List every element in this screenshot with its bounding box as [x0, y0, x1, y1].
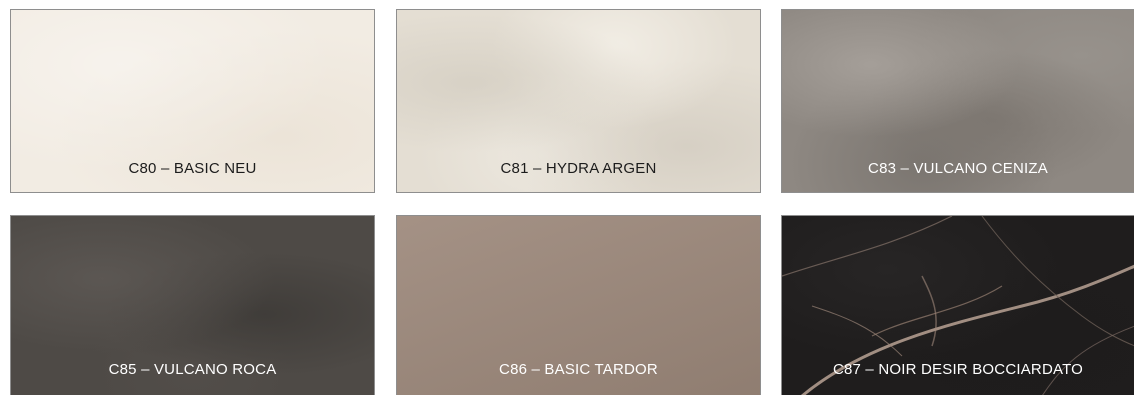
swatch-label: C80 – BASIC NEU: [128, 160, 257, 177]
swatch-label: C83 – VULCANO CENIZA: [868, 160, 1048, 177]
swatch-c87-noir-desir-bocciardato[interactable]: C87 – NOIR DESIR BOCCIARDATO: [781, 215, 1134, 395]
swatch-label: C85 – VULCANO ROCA: [108, 361, 277, 378]
swatch-c83-vulcano-ceniza[interactable]: C83 – VULCANO CENIZA: [781, 9, 1134, 193]
swatch-c80-basic-neu[interactable]: C80 – BASIC NEU: [10, 9, 375, 193]
swatch-c85-vulcano-roca[interactable]: C85 – VULCANO ROCA: [10, 215, 375, 395]
swatch-label: C86 – BASIC TARDOR: [499, 361, 658, 378]
swatch-label: C81 – HYDRA ARGEN: [500, 160, 657, 177]
swatch-grid: C80 – BASIC NEU C81 – HYDRA ARGEN C83 – …: [0, 0, 1134, 395]
swatch-c81-hydra-argen[interactable]: C81 – HYDRA ARGEN: [396, 9, 761, 193]
swatch-label: C87 – NOIR DESIR BOCCIARDATO: [832, 361, 1084, 378]
swatch-c86-basic-tardor[interactable]: C86 – BASIC TARDOR: [396, 215, 761, 395]
